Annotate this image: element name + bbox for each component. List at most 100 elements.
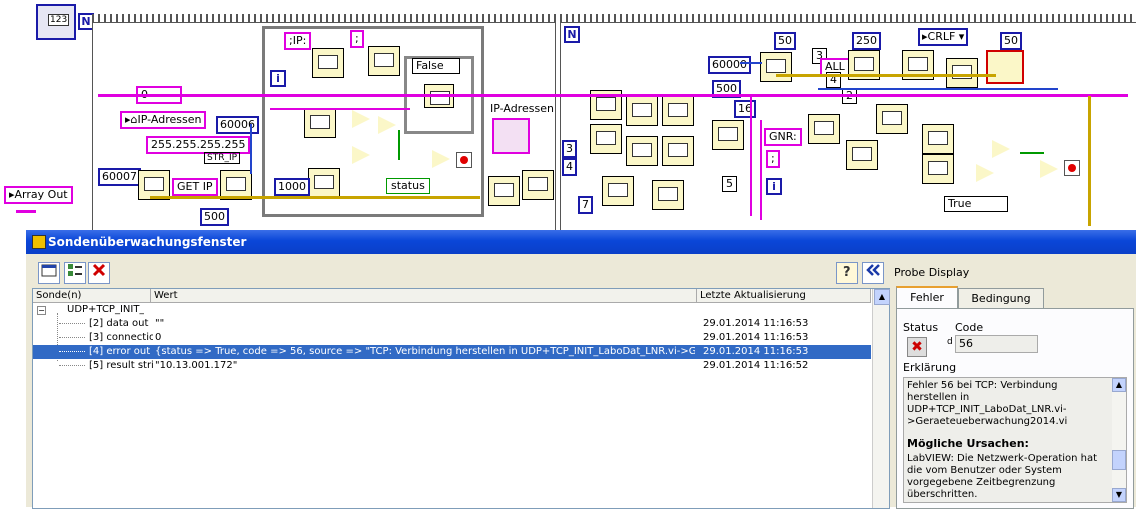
loop-iteration-terminal-2: i xyxy=(766,178,782,195)
window-title: Sondenüberwachungsfenster xyxy=(48,235,247,249)
probe-name-cell: [4] error out xyxy=(89,346,151,357)
tcp-close-icon xyxy=(986,50,1024,84)
tree-branch xyxy=(59,337,85,338)
open-probe-button[interactable] xyxy=(38,262,60,284)
case-selector-false[interactable]: False xyxy=(412,58,460,74)
collapse-pane-button[interactable] xyxy=(862,262,884,284)
table-row[interactable]: [4] error out {status => True, code => 56… xyxy=(33,345,871,359)
reference-wire-2 xyxy=(776,74,996,77)
const-semicolon: ; xyxy=(350,30,364,48)
error-tab-panel: Status Code ✖ d 56 Erklärung Fehler 56 b… xyxy=(896,308,1134,509)
const-array-out: ▸Array Out xyxy=(4,186,73,204)
tab-fehler[interactable]: Fehler xyxy=(896,286,958,310)
labview-app-icon xyxy=(32,235,46,249)
array-out-label: Array Out xyxy=(14,188,68,201)
vertical-scrollbar[interactable]: ▲ xyxy=(872,289,890,508)
window-icon xyxy=(41,264,57,277)
const-3-b: 3 xyxy=(562,140,577,158)
probe-watch-window: Sondenüberwachungsfenster ? Sonde(n) Wer… xyxy=(26,230,1136,509)
boolean-wire xyxy=(398,130,400,160)
string-icon-e xyxy=(626,136,658,166)
column-header-probes[interactable]: Sonde(n) xyxy=(33,289,151,303)
match-icon-d xyxy=(922,124,954,154)
const-semicolon-2: ; xyxy=(766,150,780,168)
const-50-a: 50 xyxy=(774,32,796,50)
tcp-open-icon xyxy=(760,52,792,82)
compare-icon xyxy=(352,110,370,128)
explanation-text: Fehler 56 bei TCP: Verbindung herstellen… xyxy=(907,380,1068,427)
compare-icon-2 xyxy=(352,146,370,164)
match-pattern-icon xyxy=(368,46,400,76)
or-gate-icon-3 xyxy=(1040,160,1058,178)
probe-list[interactable]: Sonde(n) Wert Letzte Aktualisierung − UD… xyxy=(32,288,890,509)
code-sign: d xyxy=(947,337,953,347)
compare-icon-3 xyxy=(992,140,1010,158)
status-label: status xyxy=(391,179,425,192)
add-probe-button[interactable] xyxy=(64,262,86,284)
number-wire xyxy=(250,124,252,174)
const-crlf: ▸CRLF ▾ xyxy=(918,28,969,46)
const-60006: 60006 xyxy=(216,116,259,134)
tree-branch xyxy=(59,365,85,366)
const-50-b: 50 xyxy=(1000,32,1022,50)
delete-probe-button[interactable] xyxy=(88,262,110,284)
crlf-value: CRLF xyxy=(927,30,956,43)
probe-display-title: Probe Display xyxy=(894,266,970,279)
reference-wire-3 xyxy=(1088,96,1091,226)
causes-text: LabVIEW: Die Netzwerk-Operation hat die … xyxy=(907,453,1098,500)
status-unbundle: status xyxy=(386,178,430,194)
scroll-down-button[interactable]: ▼ xyxy=(1112,488,1126,502)
string-wire-2 xyxy=(270,108,410,110)
error-handler-icon xyxy=(946,58,978,88)
boolean-wire-2 xyxy=(1020,152,1044,154)
tree-root-label: UDP+TCP_INIT_ xyxy=(67,304,145,315)
help-icon: ? xyxy=(843,265,851,280)
probe-value-cell: "" xyxy=(155,318,165,329)
close-icon xyxy=(92,263,106,277)
match-icon-b xyxy=(846,140,878,170)
string-subset-icon xyxy=(312,48,344,78)
probe-updated-cell: 29.01.2014 11:16:53 xyxy=(703,332,809,343)
probe-updated-cell: 29.01.2014 11:16:52 xyxy=(703,360,809,371)
search-string-icon xyxy=(304,108,336,138)
const-60000: 60000 xyxy=(708,56,751,74)
tree-branch xyxy=(59,351,85,352)
probe-name-cell: [3] connectio xyxy=(89,332,153,343)
scroll-up-button[interactable]: ▲ xyxy=(874,289,890,305)
collapse-icon[interactable]: − xyxy=(37,306,46,315)
match-icon-a xyxy=(808,114,840,144)
numeric-display: 123 xyxy=(48,14,70,26)
numeric-control-icon[interactable]: 123 xyxy=(36,4,76,40)
scroll-thumb[interactable] xyxy=(1112,450,1126,470)
explanation-scrollbar[interactable]: ▲ ▼ xyxy=(1112,378,1126,502)
svg-text:?: ? xyxy=(843,265,851,279)
window-titlebar[interactable]: Sondenüberwachungsfenster xyxy=(26,230,1136,254)
tab-bedingung[interactable]: Bedingung xyxy=(958,288,1044,309)
string-icon-c xyxy=(662,96,694,126)
code-label: Code xyxy=(955,321,984,334)
table-row[interactable]: [5] result stri "10.13.001.172" 29.01.2014… xyxy=(33,359,871,373)
list-add-icon xyxy=(68,264,82,276)
string-icon-b xyxy=(626,96,658,126)
const-500: 500 xyxy=(200,208,229,226)
double-chevron-left-icon xyxy=(866,264,880,276)
case-selector-true[interactable]: True xyxy=(944,196,1008,212)
match-icon-c xyxy=(876,104,908,134)
probe-value-cell: {status => True, code => 56, source => "… xyxy=(155,346,695,357)
const-250: 250 xyxy=(852,32,881,50)
ip-adressen-indicator[interactable] xyxy=(492,118,530,154)
ip-adressen-indicator-label: IP-Adressen xyxy=(490,102,554,115)
table-row[interactable]: [2] data out "" 29.01.2014 11:16:53 xyxy=(33,317,871,331)
tree-root-row[interactable]: − UDP+TCP_INIT_ xyxy=(33,303,871,317)
sequence-film-top xyxy=(92,14,1136,22)
column-header-updated[interactable]: Letzte Aktualisierung xyxy=(697,289,871,303)
status-error-icon: ✖ xyxy=(907,337,927,357)
string-icon-f xyxy=(662,136,694,166)
status-label: Status xyxy=(903,321,939,334)
table-row[interactable]: [3] connectio 0 29.01.2014 11:16:53 xyxy=(33,331,871,345)
scroll-up-button[interactable]: ▲ xyxy=(1112,378,1126,392)
help-button[interactable]: ? xyxy=(836,262,858,284)
column-header-value[interactable]: Wert xyxy=(151,289,697,303)
or-gate-icon-2 xyxy=(432,150,450,168)
explanation-field[interactable]: Fehler 56 bei TCP: Verbindung herstellen… xyxy=(903,377,1127,503)
